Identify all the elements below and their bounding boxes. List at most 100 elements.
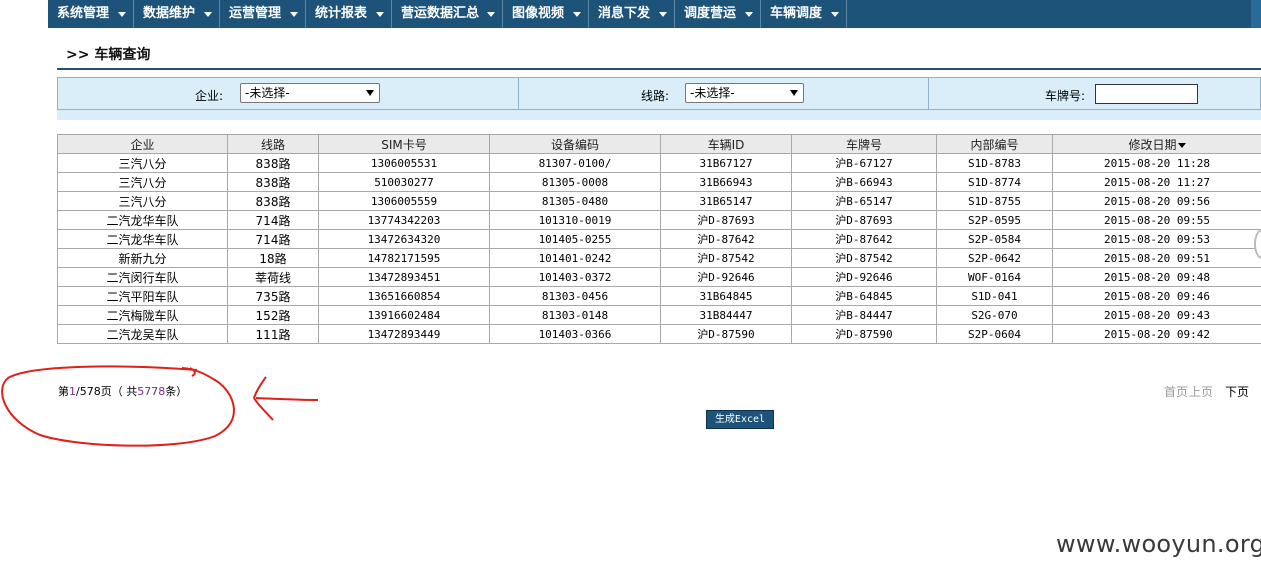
nav-data-maintenance[interactable]: 数据维护	[134, 0, 220, 28]
table-row: 三汽八分 838路 1306005531 81307-0100/31B67127 沪B-…	[57, 153, 1261, 173]
cell-route: 111路	[227, 324, 319, 344]
cell-internal-no: S2P-0584	[936, 229, 1053, 249]
pointer-arrow	[252, 376, 319, 421]
cell-company: 二汽龙华车队	[57, 210, 228, 230]
cell-modified-date: 2015-08-20 09:48	[1052, 267, 1261, 287]
first-page-link[interactable]: 首页	[1164, 383, 1188, 400]
cell-company: 三汽八分	[57, 191, 228, 211]
nav-image-video[interactable]: 图像视频	[503, 0, 589, 28]
cell-device: 101310-0019	[489, 210, 661, 230]
cell-sim: 13916602484	[318, 305, 490, 325]
cell-company: 三汽八分	[57, 153, 228, 173]
route-select[interactable]: -未选择-	[685, 83, 804, 103]
cell-internal-no: WOF-0164	[936, 267, 1053, 287]
cell-internal-no: S2P-0595	[936, 210, 1053, 230]
table-row: 二汽龙华车队 714路 13472634320 101405-0255 沪D-87642…	[57, 229, 1261, 249]
cell-vehicle-id: 31B66943	[660, 172, 792, 192]
cell-internal-no: S1D-8755	[936, 191, 1053, 211]
chevron-down-icon	[204, 12, 212, 17]
cell-plate: 沪D-87542	[791, 248, 937, 268]
cell-sim: 14782171595	[318, 248, 490, 268]
plate-label: 车牌号:	[1045, 89, 1086, 103]
company-label: 企业:	[195, 89, 224, 103]
company-select-value: -未选择-	[245, 86, 290, 100]
dropdown-arrow-icon	[790, 90, 798, 96]
nav-vehicle-dispatch[interactable]: 车辆调度	[761, 0, 847, 28]
cell-company: 二汽龙吴车队	[57, 324, 228, 344]
next-page-link[interactable]: 下页	[1225, 383, 1249, 400]
chevron-down-icon	[573, 12, 581, 17]
cell-device: 101401-0242	[489, 248, 661, 268]
cell-sim: 13651660854	[318, 286, 490, 306]
nav-reports[interactable]: 统计报表	[306, 0, 392, 28]
table-row: 新新九分 18路 14782171595 101401-0242 沪D-87542 沪D-…	[57, 248, 1261, 268]
cell-device: 81303-0148	[489, 305, 661, 325]
cell-vehicle-id: 沪D-92646	[660, 267, 792, 287]
nav-collapse-toggle[interactable]	[1251, 0, 1261, 28]
cell-route: 838路	[227, 172, 319, 192]
cell-vehicle-id: 31B84447	[660, 305, 792, 325]
nav-label: 系统管理	[57, 6, 110, 21]
nav-label: 图像视频	[512, 6, 565, 21]
cell-route: 莘荷线	[227, 267, 319, 287]
cell-sim: 13472634320	[318, 229, 490, 249]
cell-plate: 沪B-67127	[791, 153, 937, 173]
col-header-sim: SIM卡号	[318, 134, 490, 154]
chevron-down-icon	[376, 12, 384, 17]
cell-plate: 沪B-64845	[791, 286, 937, 306]
filter-bar-strip	[57, 110, 1261, 120]
cell-vehicle-id: 31B65147	[660, 191, 792, 211]
cell-vehicle-id: 沪D-87590	[660, 324, 792, 344]
nav-label: 数据维护	[143, 6, 196, 21]
cell-route: 18路	[227, 248, 319, 268]
cell-modified-date: 2015-08-20 09:51	[1052, 248, 1261, 268]
cell-plate: 沪D-87693	[791, 210, 937, 230]
cell-plate: 沪D-87642	[791, 229, 937, 249]
cell-modified-date: 2015-08-20 11:27	[1052, 172, 1261, 192]
chevron-down-icon	[290, 12, 298, 17]
cell-vehicle-id: 沪D-87693	[660, 210, 792, 230]
red-annotation-markup	[1, 365, 319, 447]
cell-company: 二汽平阳车队	[57, 286, 228, 306]
cell-internal-no: S2P-0604	[936, 324, 1053, 344]
nav-label: 消息下发	[598, 6, 651, 21]
route-filter: 线路: -未选择-	[519, 78, 929, 109]
prev-page-link[interactable]: 上页	[1189, 383, 1213, 400]
nav-data-summary[interactable]: 营运数据汇总	[392, 0, 503, 28]
highlight-circle	[1, 365, 235, 447]
table-row: 三汽八分 838路 510030277 81305-0008 31B66943 沪B-66…	[57, 172, 1261, 192]
cell-route: 152路	[227, 305, 319, 325]
page-title: >> 车辆查询	[66, 47, 151, 63]
company-select[interactable]: -未选择-	[240, 83, 380, 103]
nav-message[interactable]: 消息下发	[589, 0, 675, 28]
cell-sim: 1306005531	[318, 153, 490, 173]
cell-internal-no: S1D-8783	[936, 153, 1053, 173]
nav-dispatch-operation[interactable]: 调度营运	[675, 0, 761, 28]
col-header-vehicle-id: 车辆ID	[660, 134, 792, 154]
col-header-modified-date[interactable]: 修改日期	[1052, 134, 1261, 154]
table-row: 二汽平阳车队 735路 13651660854 81303-0456 31B64845 沪…	[57, 286, 1261, 306]
cell-device: 81305-0008	[489, 172, 661, 192]
vehicle-table: 企业 线路 SIM卡号 设备编码 车辆ID 车牌号 内部编号 修改日期 三汽八分…	[57, 134, 1261, 344]
cell-vehicle-id: 31B64845	[660, 286, 792, 306]
nav-operations[interactable]: 运营管理	[220, 0, 306, 28]
cell-vehicle-id: 31B67127	[660, 153, 792, 173]
plate-input[interactable]	[1095, 84, 1198, 104]
export-excel-button[interactable]: 生成Excel	[706, 410, 774, 429]
cell-device: 81307-0100/	[489, 153, 661, 173]
nav-label: 运营管理	[229, 6, 282, 21]
top-navbar: 系统管理 数据维护 运营管理 统计报表 营运数据汇总 图像视频 消息下发 调度营…	[48, 0, 1261, 28]
cell-modified-date: 2015-08-20 09:56	[1052, 191, 1261, 211]
cell-modified-date: 2015-08-20 09:46	[1052, 286, 1261, 306]
cell-plate: 沪D-87590	[791, 324, 937, 344]
nav-system-management[interactable]: 系统管理	[48, 0, 134, 28]
cell-modified-date: 2015-08-20 09:53	[1052, 229, 1261, 249]
chevron-down-icon	[118, 12, 126, 17]
cell-modified-date: 2015-08-20 09:55	[1052, 210, 1261, 230]
table-row: 二汽龙吴车队 111路 13472893449 101403-0366 沪D-87590…	[57, 324, 1261, 344]
col-header-device: 设备编码	[489, 134, 661, 154]
cell-company: 新新九分	[57, 248, 228, 268]
table-row: 二汽龙华车队 714路 13774342203 101310-0019 沪D-87693…	[57, 210, 1261, 230]
cell-route: 838路	[227, 153, 319, 173]
cell-modified-date: 2015-08-20 09:43	[1052, 305, 1261, 325]
